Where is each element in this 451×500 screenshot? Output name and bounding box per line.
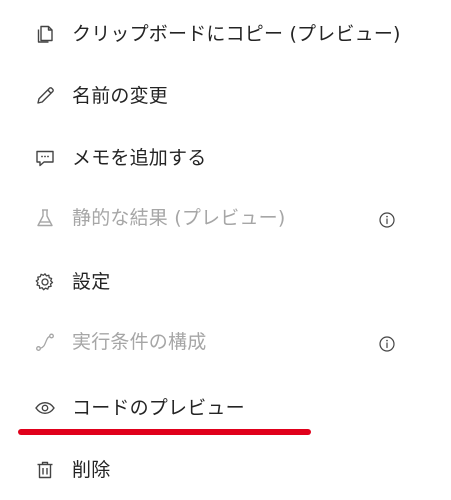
info-icon[interactable] — [377, 334, 397, 354]
menu-item-label: 削除 — [72, 459, 111, 481]
menu-item-peek-code[interactable]: コードのプレビュー — [0, 388, 451, 428]
menu-item-label: コードのプレビュー — [72, 397, 245, 419]
menu-item-add-note[interactable]: メモを追加する — [0, 138, 451, 178]
menu-item-label: クリップボードにコピー (プレビュー) — [72, 23, 401, 45]
menu-item-label: 実行条件の構成 — [72, 331, 207, 353]
menu-item-delete[interactable]: 削除 — [0, 450, 451, 490]
menu-item-static-results[interactable]: 静的な結果 (プレビュー) — [0, 198, 451, 238]
comment-icon — [34, 147, 56, 169]
eye-icon — [34, 397, 56, 419]
trash-icon — [34, 459, 56, 481]
context-menu: クリップボードにコピー (プレビュー) 名前の変更 メモを追加する 静的な結果 … — [0, 0, 451, 500]
info-icon[interactable] — [377, 210, 397, 230]
beaker-icon — [34, 207, 56, 229]
menu-item-label: 名前の変更 — [72, 85, 169, 107]
pencil-icon — [34, 85, 56, 107]
menu-item-label: メモを追加する — [72, 147, 207, 169]
menu-item-label: 設定 — [72, 271, 111, 293]
menu-item-label: 静的な結果 (プレビュー) — [72, 207, 286, 229]
run-after-icon — [34, 331, 56, 353]
menu-item-rename[interactable]: 名前の変更 — [0, 76, 451, 116]
menu-item-copy-to-clipboard[interactable]: クリップボードにコピー (プレビュー) — [0, 14, 451, 54]
highlight-underline — [18, 429, 311, 435]
menu-item-settings[interactable]: 設定 — [0, 262, 451, 302]
menu-item-configure-run-after[interactable]: 実行条件の構成 — [0, 322, 451, 362]
copy-icon — [34, 23, 56, 45]
gear-icon — [34, 271, 56, 293]
